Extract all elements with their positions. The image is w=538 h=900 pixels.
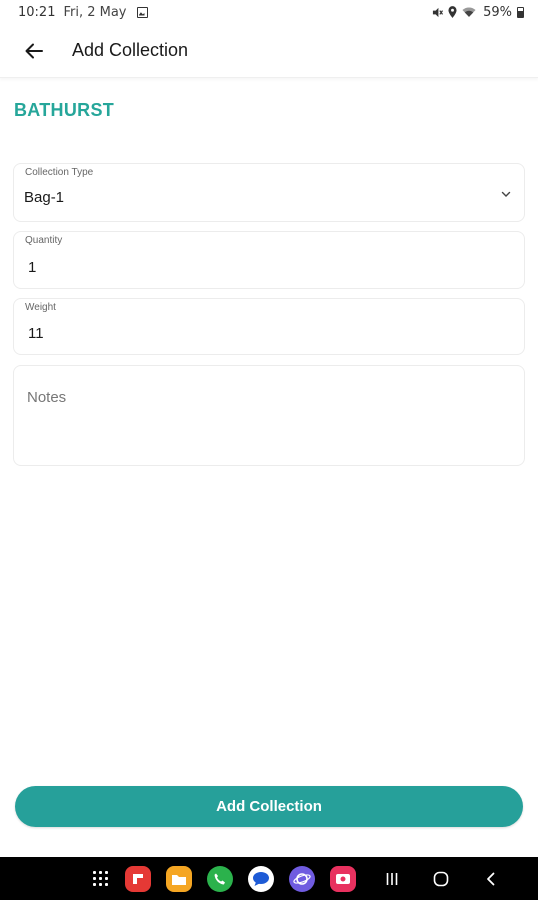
- weight-field[interactable]: Weight 11: [13, 298, 525, 355]
- page-title: Add Collection: [72, 40, 189, 60]
- recents-icon[interactable]: [379, 866, 405, 892]
- wifi-icon: [462, 6, 476, 17]
- app-bar: Add Collection: [0, 24, 538, 78]
- weight-label: Weight: [25, 302, 56, 313]
- weight-value: 11: [28, 325, 44, 342]
- quantity-value: 1: [28, 259, 37, 276]
- gallery-icon: [136, 6, 148, 18]
- back-icon[interactable]: [478, 866, 504, 892]
- location-name: BATHURST: [14, 100, 115, 120]
- battery-percent: 59%: [483, 4, 512, 20]
- mute-icon: [433, 7, 444, 17]
- files-icon[interactable]: [166, 866, 192, 892]
- status-right: 59%: [432, 5, 524, 20]
- quantity-label: Quantity: [25, 235, 63, 246]
- flipboard-icon[interactable]: [125, 866, 151, 892]
- internet-icon[interactable]: [289, 866, 315, 892]
- quantity-field[interactable]: Quantity 1: [13, 231, 525, 289]
- collection-type-value: Bag-1: [24, 189, 65, 206]
- add-collection-button[interactable]: Add Collection: [15, 786, 523, 827]
- back-button[interactable]: [12, 29, 56, 73]
- status-bar: 10:21 Fri, 2 May 59%: [0, 0, 538, 24]
- phone-icon[interactable]: [207, 866, 233, 892]
- collection-type-select[interactable]: Collection Type Bag-1: [13, 163, 525, 222]
- messages-icon[interactable]: [248, 866, 274, 892]
- notes-placeholder: Notes: [27, 389, 67, 406]
- screen-recorder-icon[interactable]: [330, 866, 356, 892]
- apps-grid-icon[interactable]: [93, 871, 108, 886]
- status-date: Fri, 2 May: [63, 4, 127, 20]
- chevron-down-icon: [501, 191, 511, 197]
- collection-type-label: Collection Type: [25, 167, 94, 178]
- status-time: 10:21: [18, 4, 56, 20]
- location-icon: [448, 6, 457, 18]
- home-icon[interactable]: [428, 866, 454, 892]
- notes-field[interactable]: Notes: [13, 365, 525, 466]
- arrow-left-icon: [25, 43, 43, 58]
- battery-icon: [517, 6, 524, 18]
- navigation-bar: [0, 857, 538, 900]
